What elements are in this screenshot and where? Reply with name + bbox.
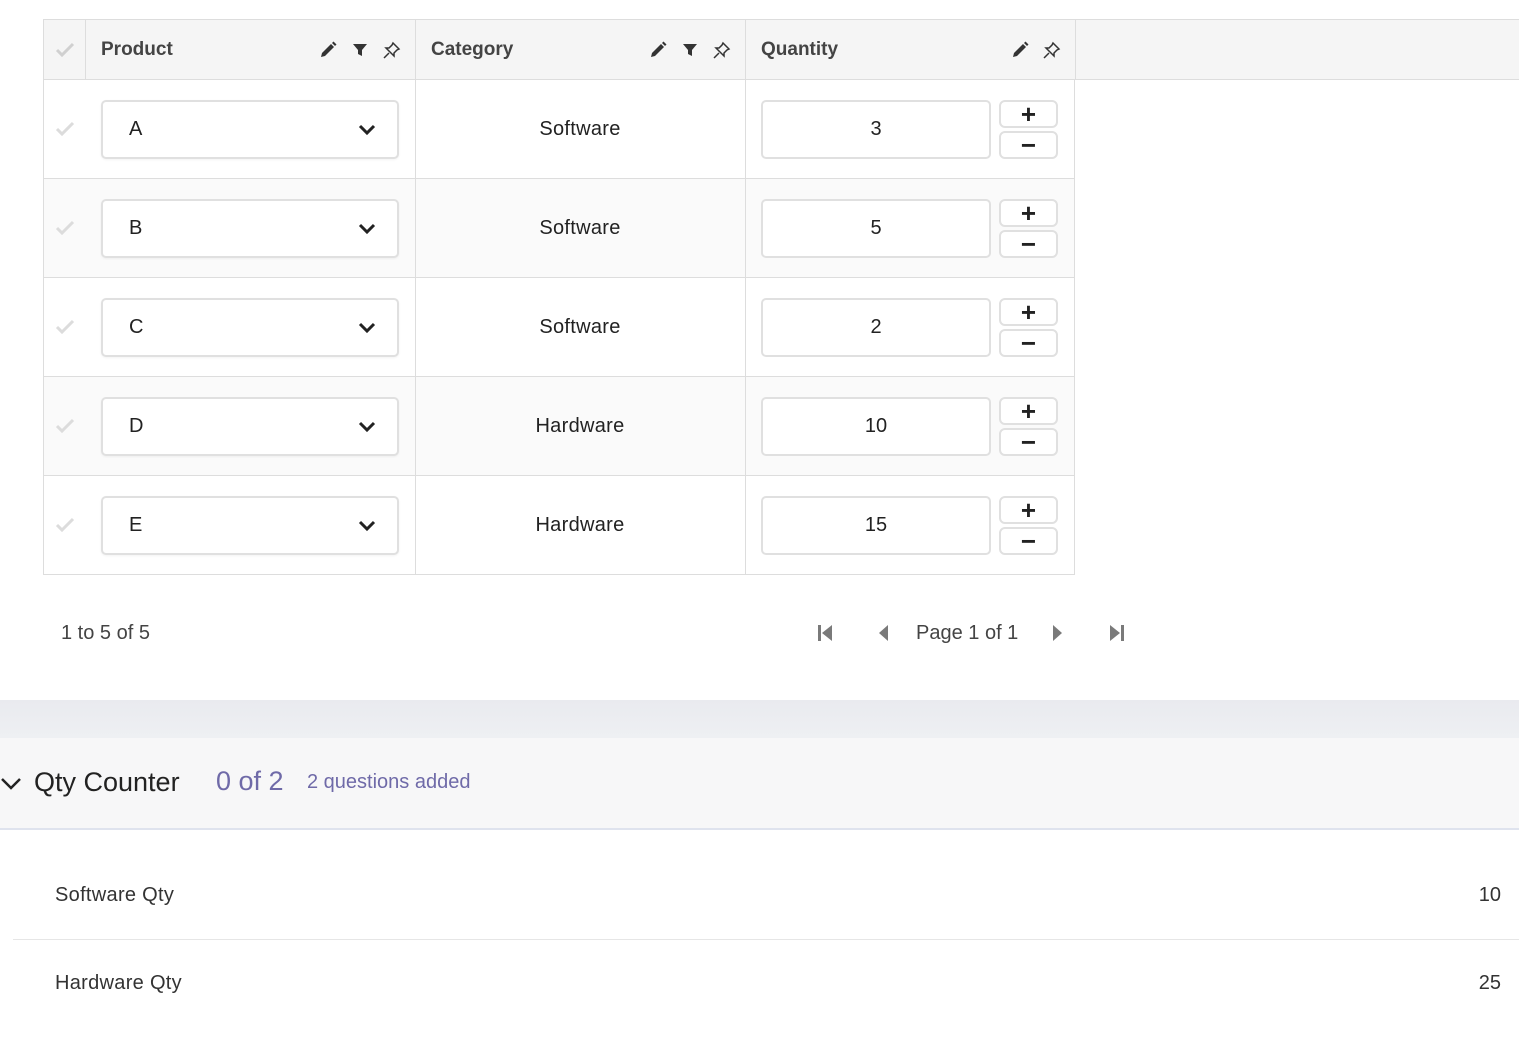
section-header[interactable]: Qty Counter 0 of 2 2 questions added [0,738,1519,830]
product-dropdown[interactable]: E [101,496,399,555]
column-header-product[interactable]: Product [86,20,416,80]
quantity-input[interactable]: 3 [761,100,991,159]
category-cell: Hardware [415,476,746,574]
pin-icon[interactable] [1042,41,1061,60]
column-header-category[interactable]: Category [416,20,746,80]
increment-button[interactable]: + [999,298,1058,326]
product-value: E [129,514,143,536]
question-row: Hardware Qty 25 [13,939,1519,1027]
category-cell: Hardware [415,377,746,475]
column-header-label: Product [101,39,173,60]
question-value: 25 [1478,972,1501,994]
checkmark-icon[interactable] [54,316,76,338]
chevron-down-icon[interactable] [0,772,22,794]
pencil-icon[interactable] [1010,41,1029,60]
quantity-input[interactable]: 15 [761,496,991,555]
product-dropdown[interactable]: B [101,199,399,258]
column-header-label: Quantity [761,39,839,60]
section-subtitle: 2 questions added [307,771,471,793]
product-dropdown[interactable]: D [101,397,399,456]
pin-icon[interactable] [382,41,401,60]
category-cell: Software [415,80,746,178]
row-select-cell[interactable] [44,377,86,475]
product-value: D [129,415,144,437]
decrement-button[interactable]: − [999,428,1058,456]
row-select-cell[interactable] [44,476,86,574]
product-value: C [129,316,144,338]
table-row: D Hardware 10 + − [43,377,1075,476]
pin-icon[interactable] [712,41,731,60]
product-value: B [129,217,143,239]
column-header-quantity[interactable]: Quantity [746,20,1076,80]
decrement-button[interactable]: − [999,131,1058,159]
checkmark-icon[interactable] [54,39,76,61]
last-page-icon[interactable] [1102,618,1132,648]
table-row: C Software 2 + − [43,278,1075,377]
table-row: B Software 5 + − [43,179,1075,278]
increment-button[interactable]: + [999,496,1058,524]
decrement-button[interactable]: − [999,230,1058,258]
page-indicator: Page 1 of 1 [916,622,1019,644]
increment-button[interactable]: + [999,199,1058,227]
increment-button[interactable]: + [999,397,1058,425]
category-cell: Software [415,179,746,277]
pagination-bar: 1 to 5 of 5 Page 1 of 1 [0,610,1519,658]
table-row: E Hardware 15 + − [43,476,1075,575]
product-value: A [129,118,143,140]
pencil-icon[interactable] [318,41,337,60]
product-dropdown[interactable]: C [101,298,399,357]
first-page-icon[interactable] [810,618,840,648]
data-grid-region: Product Category Quantity A Software 3 +… [0,0,1519,700]
question-value: 10 [1478,884,1501,906]
chevron-down-icon [358,223,376,235]
section-title: Qty Counter [34,767,180,797]
row-count-summary: 1 to 5 of 5 [61,622,150,644]
decrement-button[interactable]: − [999,329,1058,357]
grid-header: Product Category Quantity [43,19,1519,80]
decrement-button[interactable]: − [999,527,1058,555]
row-select-cell[interactable] [44,278,86,376]
checkmark-icon[interactable] [54,514,76,536]
quantity-input[interactable]: 5 [761,199,991,258]
chevron-down-icon [358,322,376,334]
row-select-cell[interactable] [44,179,86,277]
section-divider [0,700,1519,738]
filter-icon[interactable] [350,41,369,60]
chevron-down-icon [358,421,376,433]
chevron-down-icon [358,520,376,532]
table-row: A Software 3 + − [43,80,1075,179]
pencil-icon[interactable] [648,41,667,60]
checkmark-icon[interactable] [54,217,76,239]
increment-button[interactable]: + [999,100,1058,128]
column-header-label: Category [431,39,514,60]
previous-page-icon[interactable] [868,618,898,648]
product-dropdown[interactable]: A [101,100,399,159]
quantity-input[interactable]: 10 [761,397,991,456]
chevron-down-icon [358,124,376,136]
select-all-cell[interactable] [44,20,86,80]
filter-icon[interactable] [680,41,699,60]
data-grid: Product Category Quantity A Software 3 +… [43,19,1519,576]
category-cell: Software [415,278,746,376]
section-progress-count: 0 of 2 [216,766,284,796]
question-label: Hardware Qty [55,972,182,994]
quantity-input[interactable]: 2 [761,298,991,357]
row-select-cell[interactable] [44,80,86,178]
checkmark-icon[interactable] [54,118,76,140]
next-page-icon[interactable] [1043,618,1073,648]
question-label: Software Qty [55,884,175,906]
question-row: Software Qty 10 [13,851,1519,940]
checkmark-icon[interactable] [54,415,76,437]
